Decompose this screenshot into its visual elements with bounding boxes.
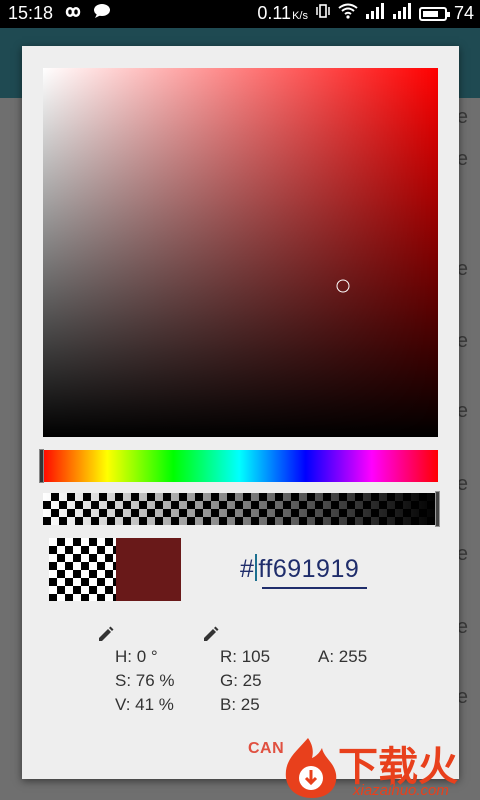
status-time: 15:18 [8, 3, 54, 23]
chat-bubble-icon [93, 3, 111, 24]
battery-percent: 74 [453, 3, 474, 23]
watermark-url: xiazaihuo.com [353, 782, 449, 799]
saturation-value: S: 76 % [115, 671, 175, 690]
new-color-preview [116, 538, 181, 601]
red-value: R: 105 [220, 647, 271, 666]
signal-icon [392, 3, 412, 24]
status-speed: 0.11 [257, 3, 292, 23]
saturation-value-panel[interactable] [43, 68, 438, 437]
alpha-slider[interactable] [43, 491, 440, 527]
alpha-slider-handle[interactable] [435, 491, 440, 527]
alpha-value: A: 255 [318, 647, 368, 666]
brightness-value: V: 41 % [115, 695, 174, 714]
hex-input-underline [262, 587, 367, 589]
hex-value[interactable]: ff691919 [258, 555, 359, 584]
signal-icon [365, 3, 385, 24]
hue-slider[interactable] [39, 449, 438, 483]
wifi-icon [338, 3, 358, 24]
green-value: G: 25 [220, 671, 262, 690]
watermark: 下载火 xiazaihuo.com [278, 734, 480, 800]
infinity-icon [61, 3, 85, 24]
hex-hash: # [240, 555, 255, 583]
hue-value: H: 0 ° [115, 647, 158, 666]
color-picker-dialog: # ff691919 H: 0 ° S: 76 % V: 41 % R: 105 … [22, 46, 459, 779]
old-color-preview [49, 538, 116, 601]
pencil-icon[interactable] [202, 625, 220, 643]
status-speed-unit: K/s [292, 10, 308, 22]
vibrate-icon [315, 3, 331, 24]
hue-slider-handle[interactable] [39, 449, 44, 483]
pencil-icon[interactable] [97, 625, 115, 643]
text-caret [255, 554, 258, 581]
battery-icon [418, 6, 450, 21]
status-bar: 15:18 0.11K/s 74 [0, 0, 480, 28]
hex-input[interactable]: # ff691919 [240, 554, 359, 584]
saturation-value-cursor[interactable] [336, 279, 350, 293]
blue-value: B: 25 [220, 695, 260, 714]
